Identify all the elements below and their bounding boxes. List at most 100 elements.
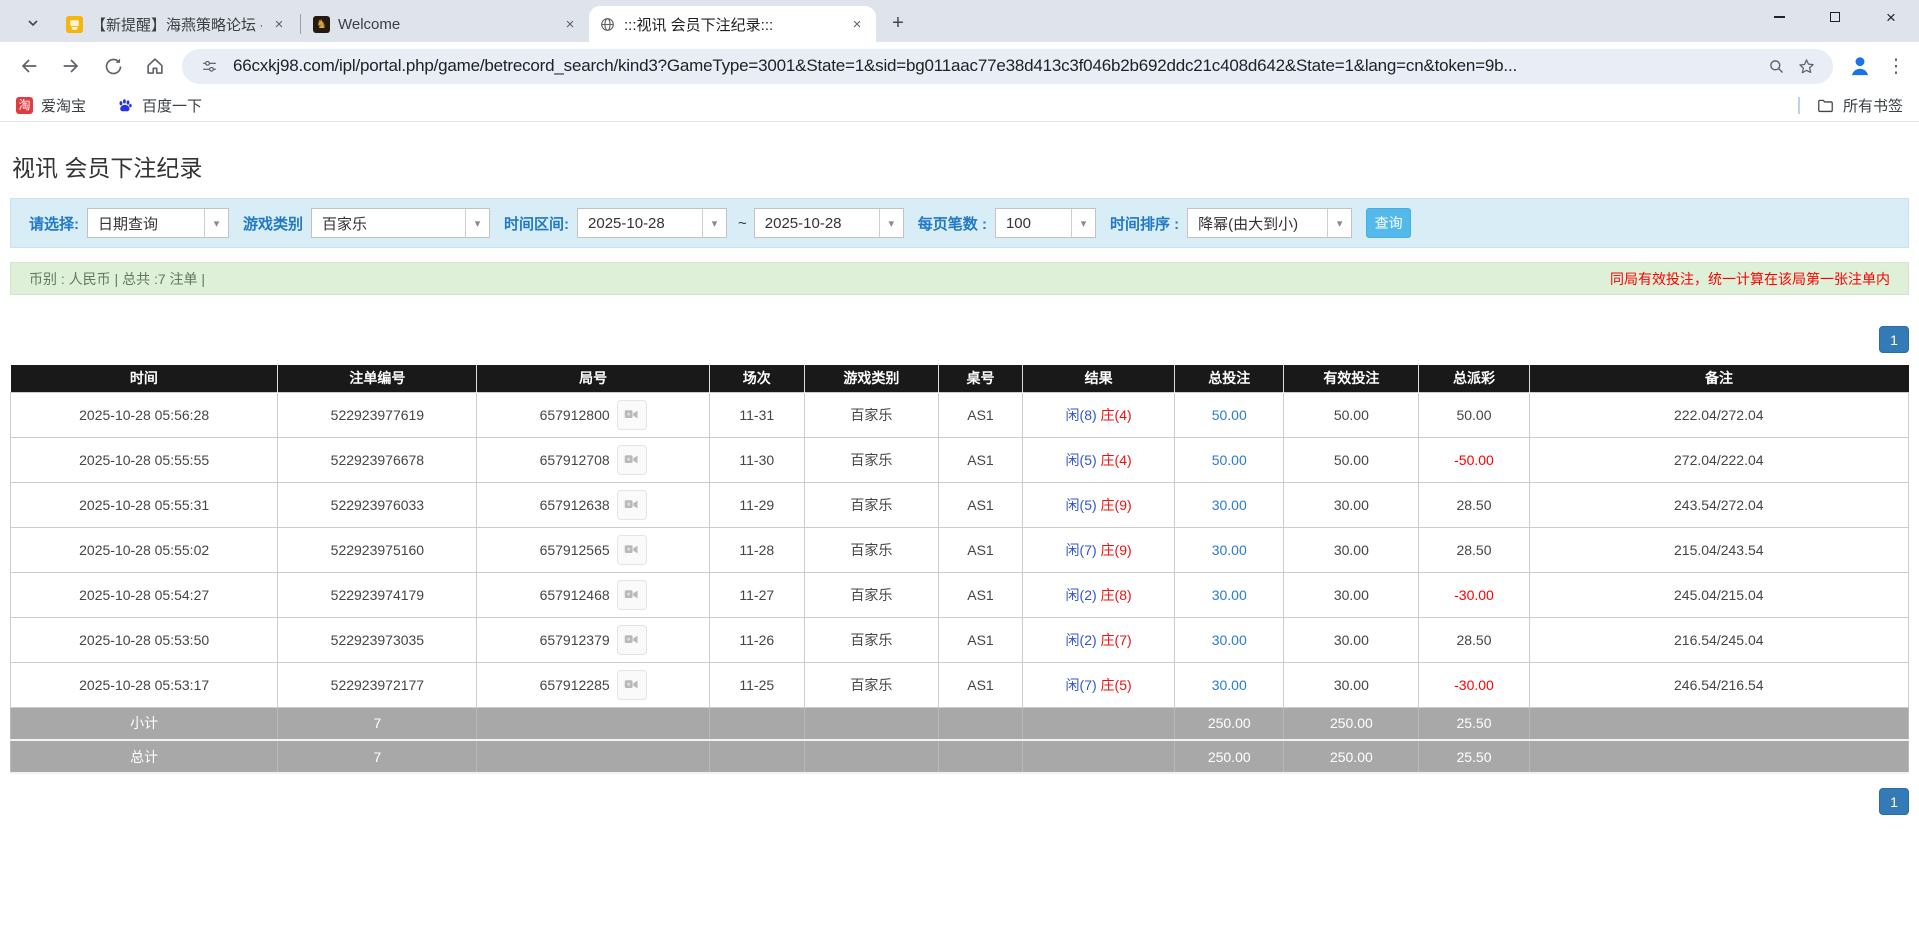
forward-button[interactable] (54, 49, 88, 83)
video-replay-icon[interactable] (617, 580, 647, 610)
cell-result: 闲(8) 庄(4) (1023, 392, 1175, 437)
tab-welcome[interactable]: ♞ Welcome × (303, 6, 589, 42)
tab-bet-records[interactable]: :::视讯 会员下注纪录::: × (589, 6, 876, 42)
profile-avatar[interactable] (1843, 49, 1877, 83)
result-banker: 庄(4) (1101, 452, 1132, 468)
new-tab-button[interactable]: + (884, 9, 912, 37)
window-maximize-button[interactable] (1807, 0, 1863, 34)
summary-notice: 同局有效投注，统一计算在该局第一张注单内 (1610, 269, 1890, 289)
subtotal-payout: 25.50 (1419, 707, 1529, 740)
total-bet-link[interactable]: 30.00 (1212, 632, 1247, 648)
video-replay-icon[interactable] (617, 670, 647, 700)
table-row: 2025-10-28 05:55:31 522923976033 6579126… (11, 482, 1909, 527)
round-number: 657912379 (540, 632, 610, 648)
total-bet-link[interactable]: 30.00 (1212, 677, 1247, 693)
site-settings-icon[interactable] (194, 51, 224, 81)
table-row: 2025-10-28 05:56:28 522923977619 6579128… (11, 392, 1909, 437)
cell-bet-id: 522923977619 (278, 392, 477, 437)
total-bet-link[interactable]: 30.00 (1212, 497, 1247, 513)
sort-select[interactable]: 降幂(由大到小) ▾ (1187, 208, 1352, 238)
video-replay-icon[interactable] (617, 535, 647, 565)
result-banker: 庄(8) (1101, 587, 1132, 603)
col-header-result: 结果 (1023, 365, 1175, 392)
search-button[interactable]: 查询 (1366, 208, 1411, 238)
cell-payout: -30.00 (1419, 572, 1529, 617)
home-button[interactable] (138, 49, 172, 83)
result-banker: 庄(4) (1101, 407, 1132, 423)
url-text[interactable]: 66cxkj98.com/ipl/portal.php/game/betreco… (233, 56, 1761, 76)
page-1-button[interactable]: 1 (1879, 788, 1909, 815)
table-row: 2025-10-28 05:53:50 522923973035 6579123… (11, 617, 1909, 662)
subtotal-count: 7 (278, 707, 477, 740)
total-bet-link[interactable]: 30.00 (1212, 587, 1247, 603)
video-replay-icon[interactable] (617, 445, 647, 475)
all-bookmarks-button[interactable]: 所有书签 (1798, 95, 1903, 116)
cell-note: 216.54/245.04 (1529, 617, 1908, 662)
game-type-select[interactable]: 百家乐 ▾ (311, 208, 490, 238)
chevron-down-icon: ▾ (1071, 209, 1095, 237)
tab-close-icon[interactable]: × (848, 15, 866, 33)
video-replay-icon[interactable] (617, 400, 647, 430)
cell-valid-bet: 30.00 (1284, 617, 1419, 662)
page-1-button[interactable]: 1 (1879, 326, 1909, 353)
tab-close-icon[interactable]: × (270, 15, 288, 33)
window-close-button[interactable]: × (1863, 0, 1919, 34)
cell-round: 657912708 (477, 437, 709, 482)
baidu-paw-icon (116, 97, 134, 115)
tab-close-icon[interactable]: × (561, 15, 579, 33)
zoom-icon[interactable] (1761, 51, 1791, 81)
tab-forum[interactable]: 【新提醒】海燕策略论坛 - 综合 × (56, 6, 298, 42)
window-minimize-button[interactable] (1751, 0, 1807, 34)
total-bet-link[interactable]: 50.00 (1212, 407, 1247, 423)
cell-game: 百家乐 (804, 662, 938, 707)
cell-valid-bet: 30.00 (1284, 527, 1419, 572)
video-replay-icon[interactable] (617, 490, 647, 520)
tab-search-chevron-icon[interactable] (16, 6, 50, 40)
cell-round: 657912638 (477, 482, 709, 527)
video-replay-icon[interactable] (617, 625, 647, 655)
cell-round: 657912800 (477, 392, 709, 437)
col-header-bet-id: 注单编号 (278, 365, 477, 392)
result-player: 闲(2) (1066, 587, 1097, 603)
page-size-value: 100 (996, 209, 1071, 237)
date-from-value: 2025-10-28 (578, 209, 702, 237)
game-type-label: 游戏类别 (243, 213, 303, 234)
total-bet-link[interactable]: 30.00 (1212, 542, 1247, 558)
page-title: 视讯 会员下注纪录 (12, 149, 1909, 183)
window-controls: × (1751, 0, 1919, 34)
total-bet-link[interactable]: 50.00 (1212, 452, 1247, 468)
date-range-tilde: ~ (738, 215, 747, 232)
cell-note: 215.04/243.54 (1529, 527, 1908, 572)
address-bar[interactable]: 66cxkj98.com/ipl/portal.php/game/betreco… (182, 49, 1833, 84)
bookmark-taobao[interactable]: 淘 爱淘宝 (16, 95, 86, 116)
col-header-total-bet: 总投注 (1175, 365, 1284, 392)
browser-menu-icon[interactable]: ⋮ (1881, 49, 1911, 83)
cell-time: 2025-10-28 05:53:17 (11, 662, 278, 707)
col-header-note: 备注 (1529, 365, 1908, 392)
page-size-select[interactable]: 100 ▾ (995, 208, 1096, 238)
sort-value: 降幂(由大到小) (1188, 209, 1327, 237)
cell-table: AS1 (938, 572, 1022, 617)
cell-note: 222.04/272.04 (1529, 392, 1908, 437)
cell-time: 2025-10-28 05:53:50 (11, 617, 278, 662)
cell-table: AS1 (938, 527, 1022, 572)
tab-title: :::视讯 会员下注纪录::: (624, 14, 840, 35)
result-player: 闲(8) (1066, 407, 1097, 423)
total-row: 总计 7 250.00 250.00 25.50 (11, 740, 1909, 773)
result-banker: 庄(7) (1101, 632, 1132, 648)
back-button[interactable] (12, 49, 46, 83)
cell-total-bet: 50.00 (1175, 392, 1284, 437)
date-range-label: 时间区间: (504, 213, 569, 234)
subtotal-label: 小计 (11, 707, 278, 740)
date-to-select[interactable]: 2025-10-28 ▾ (754, 208, 904, 238)
reload-button[interactable] (96, 49, 130, 83)
bookmark-star-icon[interactable] (1791, 51, 1821, 81)
cell-game: 百家乐 (804, 392, 938, 437)
query-type-select[interactable]: 日期查询 ▾ (87, 208, 229, 238)
cell-game: 百家乐 (804, 617, 938, 662)
folder-icon (1816, 96, 1835, 115)
date-from-select[interactable]: 2025-10-28 ▾ (577, 208, 727, 238)
bookmark-baidu[interactable]: 百度一下 (116, 95, 202, 116)
cell-bet-id: 522923973035 (278, 617, 477, 662)
cell-result: 闲(2) 庄(8) (1023, 572, 1175, 617)
